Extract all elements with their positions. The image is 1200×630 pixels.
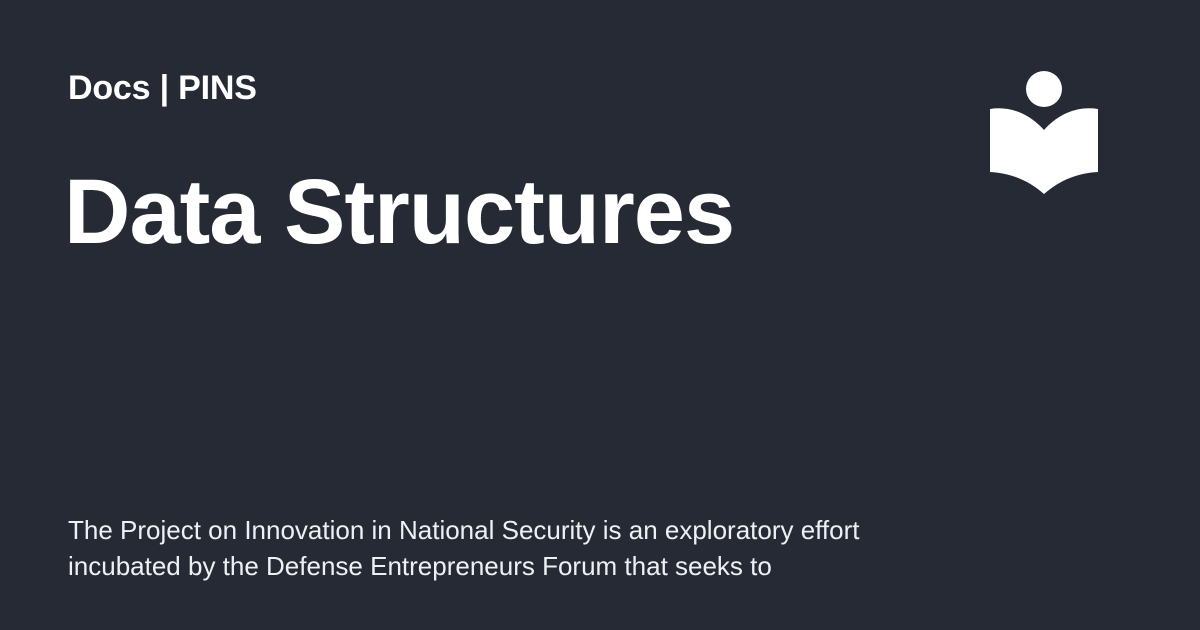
social-preview-card: Docs | PINS Data Structures The Project … bbox=[0, 0, 1200, 630]
reader-book-icon bbox=[990, 70, 1098, 196]
site-label: Docs | PINS bbox=[68, 69, 257, 107]
page-title: Data Structures bbox=[64, 161, 735, 263]
page-description: The Project on Innovation in National Se… bbox=[68, 515, 860, 581]
